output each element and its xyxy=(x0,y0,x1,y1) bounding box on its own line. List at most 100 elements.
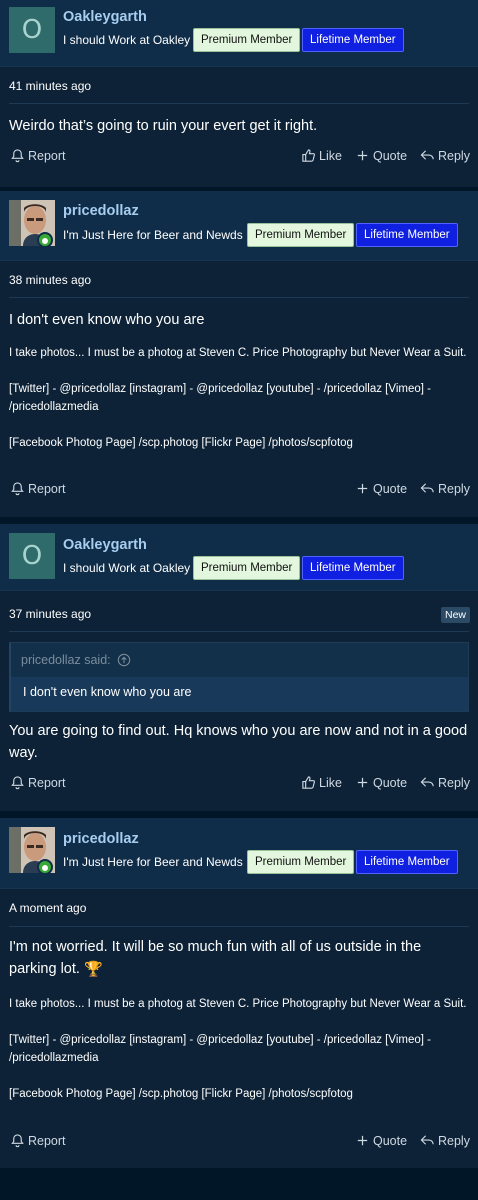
report-label: Report xyxy=(28,775,66,790)
signature-line: [Twitter] - @pricedollaz [instagram] - @… xyxy=(9,383,431,413)
plus-icon xyxy=(357,150,368,161)
lifetime-member-badge: Lifetime Member xyxy=(302,556,404,580)
post-body: You are going to find out. Hq knows who … xyxy=(9,723,468,761)
plus-icon xyxy=(357,1135,368,1146)
divider xyxy=(9,297,469,298)
lifetime-member-badge: Lifetime Member xyxy=(356,850,458,874)
post-actions: Report Quote Reply xyxy=(0,481,478,505)
user-title: I should Work at Oakley xyxy=(63,561,191,575)
post-actions: Report Like Quote Reply xyxy=(0,775,478,799)
divider xyxy=(9,926,469,927)
reply-label: Reply xyxy=(438,481,470,496)
quote-button[interactable]: Quote xyxy=(355,481,407,496)
post-timestamp[interactable]: 37 minutes ago xyxy=(9,607,91,621)
bell-icon xyxy=(11,776,24,790)
signature-line: [Twitter] - @pricedollaz [instagram] - @… xyxy=(9,1034,431,1064)
thumbs-up-icon xyxy=(302,776,316,789)
quote-author: pricedollaz said: xyxy=(21,653,111,667)
like-label: Like xyxy=(319,148,342,163)
post: O Oakleygarth I should Work at Oakley Pr… xyxy=(0,0,478,187)
user-title: I'm Just Here for Beer and Newds xyxy=(63,855,243,869)
new-badge: New xyxy=(440,607,470,623)
post-header: pricedollaz I'm Just Here for Beer and N… xyxy=(0,818,478,889)
online-status-icon xyxy=(37,232,53,248)
signature-line: [Facebook Photog Page] /scp.photog [Flic… xyxy=(9,437,353,449)
lifetime-member-badge: Lifetime Member xyxy=(302,28,404,52)
report-label: Report xyxy=(28,148,66,163)
post: O Oakleygarth I should Work at Oakley Pr… xyxy=(0,524,478,811)
signature-line: I take photos... I must be a photog at S… xyxy=(9,347,467,359)
report-label: Report xyxy=(28,481,66,496)
username[interactable]: Oakleygarth xyxy=(63,537,147,553)
reply-button[interactable]: Reply xyxy=(420,775,470,790)
username[interactable]: Oakleygarth xyxy=(63,9,147,25)
divider xyxy=(9,631,469,632)
bell-icon xyxy=(11,482,24,496)
bell-icon xyxy=(11,149,24,163)
quote-button[interactable]: Quote xyxy=(355,1133,407,1148)
premium-member-badge: Premium Member xyxy=(193,556,301,580)
user-title: I'm Just Here for Beer and Newds xyxy=(63,228,243,242)
signature: I take photos... I must be a photog at S… xyxy=(9,344,471,452)
username[interactable]: pricedollaz xyxy=(63,203,139,219)
reply-label: Reply xyxy=(438,1133,470,1148)
post-header: pricedollaz I'm Just Here for Beer and N… xyxy=(0,191,478,261)
trophy-icon: 🏆 xyxy=(83,961,103,978)
report-label: Report xyxy=(28,1133,66,1148)
quote-header[interactable]: pricedollaz said: xyxy=(11,643,468,677)
signature-line: [Facebook Photog Page] /scp.photog [Flic… xyxy=(9,1088,353,1100)
signature: I take photos... I must be a photog at S… xyxy=(9,995,471,1103)
bell-icon xyxy=(11,1134,24,1148)
quote-block: pricedollaz said: I don't even know who … xyxy=(9,642,469,712)
reply-arrow-icon xyxy=(420,777,434,787)
post: pricedollaz I'm Just Here for Beer and N… xyxy=(0,191,478,517)
post-timestamp[interactable]: A moment ago xyxy=(9,901,86,915)
report-button[interactable]: Report xyxy=(10,481,66,496)
premium-member-badge: Premium Member xyxy=(193,28,301,52)
post-body-text: I'm not worried. It will be so much fun … xyxy=(9,939,422,977)
plus-icon xyxy=(357,777,368,788)
quote-label: Quote xyxy=(373,1133,408,1148)
report-button[interactable]: Report xyxy=(10,1133,66,1148)
like-button[interactable]: Like xyxy=(301,775,342,790)
divider xyxy=(9,103,469,104)
reply-button[interactable]: Reply xyxy=(420,148,470,163)
reply-label: Reply xyxy=(438,775,470,790)
quote-text: I don't even know who you are xyxy=(11,677,468,711)
like-label: Like xyxy=(319,775,342,790)
premium-member-badge: Premium Member xyxy=(247,850,355,874)
post-actions: Report Like Quote Reply xyxy=(0,148,478,172)
post-timestamp[interactable]: 38 minutes ago xyxy=(9,273,91,287)
report-button[interactable]: Report xyxy=(10,775,66,790)
reply-button[interactable]: Reply xyxy=(420,481,470,496)
plus-icon xyxy=(357,483,368,494)
reply-arrow-icon xyxy=(420,1135,434,1145)
signature-line: I take photos... I must be a photog at S… xyxy=(9,998,467,1010)
avatar[interactable]: O xyxy=(9,533,55,579)
avatar[interactable]: O xyxy=(9,7,55,53)
reply-arrow-icon xyxy=(420,483,434,493)
post-body: Weirdo that’s going to ruin your evert g… xyxy=(9,118,318,134)
thumbs-up-icon xyxy=(302,149,316,162)
post-body: I'm not worried. It will be so much fun … xyxy=(9,936,471,981)
user-title: I should Work at Oakley xyxy=(63,33,191,47)
quote-button[interactable]: Quote xyxy=(355,775,407,790)
reply-label: Reply xyxy=(438,148,470,163)
username[interactable]: pricedollaz xyxy=(63,831,139,847)
quote-label: Quote xyxy=(373,775,408,790)
arrow-up-circle-icon[interactable] xyxy=(117,653,131,667)
quote-label: Quote xyxy=(373,481,408,496)
post-timestamp[interactable]: 41 minutes ago xyxy=(9,79,91,93)
post: pricedollaz I'm Just Here for Beer and N… xyxy=(0,818,478,1168)
like-button[interactable]: Like xyxy=(301,148,342,163)
reply-arrow-icon xyxy=(420,150,434,160)
post-header: O Oakleygarth I should Work at Oakley Pr… xyxy=(0,524,478,591)
reply-button[interactable]: Reply xyxy=(420,1133,470,1148)
report-button[interactable]: Report xyxy=(10,148,66,163)
quote-button[interactable]: Quote xyxy=(355,148,407,163)
premium-member-badge: Premium Member xyxy=(247,223,355,247)
post-body: I don't even know who you are xyxy=(9,312,205,328)
quote-label: Quote xyxy=(373,148,408,163)
post-header: O Oakleygarth I should Work at Oakley Pr… xyxy=(0,0,478,67)
post-actions: Report Quote Reply xyxy=(0,1133,478,1157)
